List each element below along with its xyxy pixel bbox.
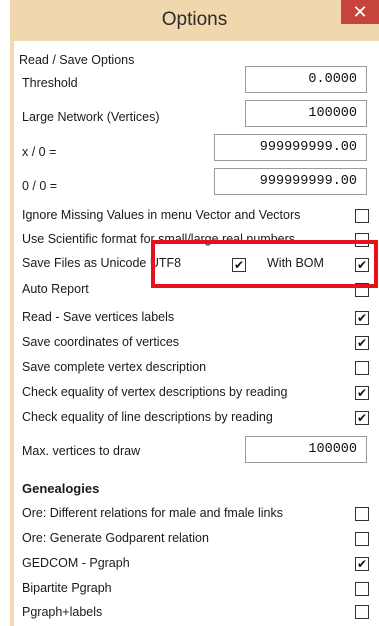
genealogy-option-label: GEDCOM - Pgraph (22, 556, 130, 570)
option-label: Use Scientific format for small/large re… (22, 232, 296, 246)
genealogy-option-label: Ore: Generate Godparent relation (22, 531, 209, 545)
x-div-zero-field[interactable]: 999999999.00 (214, 134, 367, 161)
option-label: Auto Report (22, 282, 89, 296)
read-save-group-label: Read / Save Options (19, 53, 135, 67)
option-checkbox[interactable]: ✔ (355, 336, 369, 350)
zero-div-zero-field[interactable]: 999999999.00 (214, 168, 367, 195)
option-label: Save Files as Unicode UTF8 (22, 256, 182, 270)
option-label: Read - Save vertices labels (22, 310, 175, 324)
max-vertices-label: Max. vertices to draw (22, 444, 141, 458)
window-title: Options (161, 9, 228, 30)
option-checkbox[interactable]: ✔ (355, 411, 369, 425)
genealogy-option-checkbox[interactable] (355, 605, 369, 619)
option-label: Save coordinates of vertices (22, 335, 180, 349)
zero-div-zero-label: 0 / 0 = (22, 179, 58, 193)
x-div-zero-label: x / 0 = (22, 145, 57, 159)
large-network-field[interactable]: 100000 (245, 100, 367, 127)
option-label: Save complete vertex description (22, 360, 207, 374)
option-checkbox[interactable]: ✔ (355, 311, 369, 325)
option-checkbox[interactable] (355, 361, 369, 375)
genealogy-option-label: Pgraph+labels (22, 605, 103, 619)
genealogy-option-label: Bipartite Pgraph (22, 581, 112, 595)
option-label: Ignore Missing Values in menu Vector and… (22, 208, 301, 222)
title-bar[interactable]: Options ✕ (10, 0, 379, 41)
check-icon: ✔ (233, 258, 245, 272)
with-bom-checkbox[interactable]: ✔ (355, 258, 369, 272)
option-label: Check equality of line descriptions by r… (22, 410, 273, 424)
genealogies-heading: Genealogies (22, 481, 100, 496)
close-button[interactable]: ✕ (341, 0, 379, 24)
option-checkbox[interactable] (355, 283, 369, 297)
option-checkbox[interactable] (355, 233, 369, 247)
close-icon: ✕ (352, 2, 368, 22)
threshold-field[interactable]: 0.0000 (245, 66, 367, 93)
check-icon: ✔ (356, 258, 368, 272)
genealogy-option-checkbox[interactable] (355, 507, 369, 521)
genealogy-option-checkbox[interactable] (355, 582, 369, 596)
large-network-label: Large Network (Vertices) (22, 110, 160, 124)
check-icon: ✔ (356, 336, 368, 350)
option-checkbox[interactable] (355, 209, 369, 223)
check-icon: ✔ (356, 386, 368, 400)
option-checkbox[interactable]: ✔ (355, 386, 369, 400)
genealogy-option-checkbox[interactable]: ✔ (355, 557, 369, 571)
threshold-label: Threshold (22, 76, 78, 90)
check-icon: ✔ (356, 557, 368, 571)
check-icon: ✔ (356, 411, 368, 425)
with-bom-label: With BOM (267, 256, 324, 270)
genealogy-option-label: Ore: Different relations for male and fm… (22, 506, 283, 520)
unicode-utf8-checkbox[interactable]: ✔ (232, 258, 246, 272)
check-icon: ✔ (356, 311, 368, 325)
max-vertices-field[interactable]: 100000 (245, 436, 367, 463)
genealogy-option-checkbox[interactable] (355, 532, 369, 546)
option-label: Check equality of vertex descriptions by… (22, 385, 288, 399)
